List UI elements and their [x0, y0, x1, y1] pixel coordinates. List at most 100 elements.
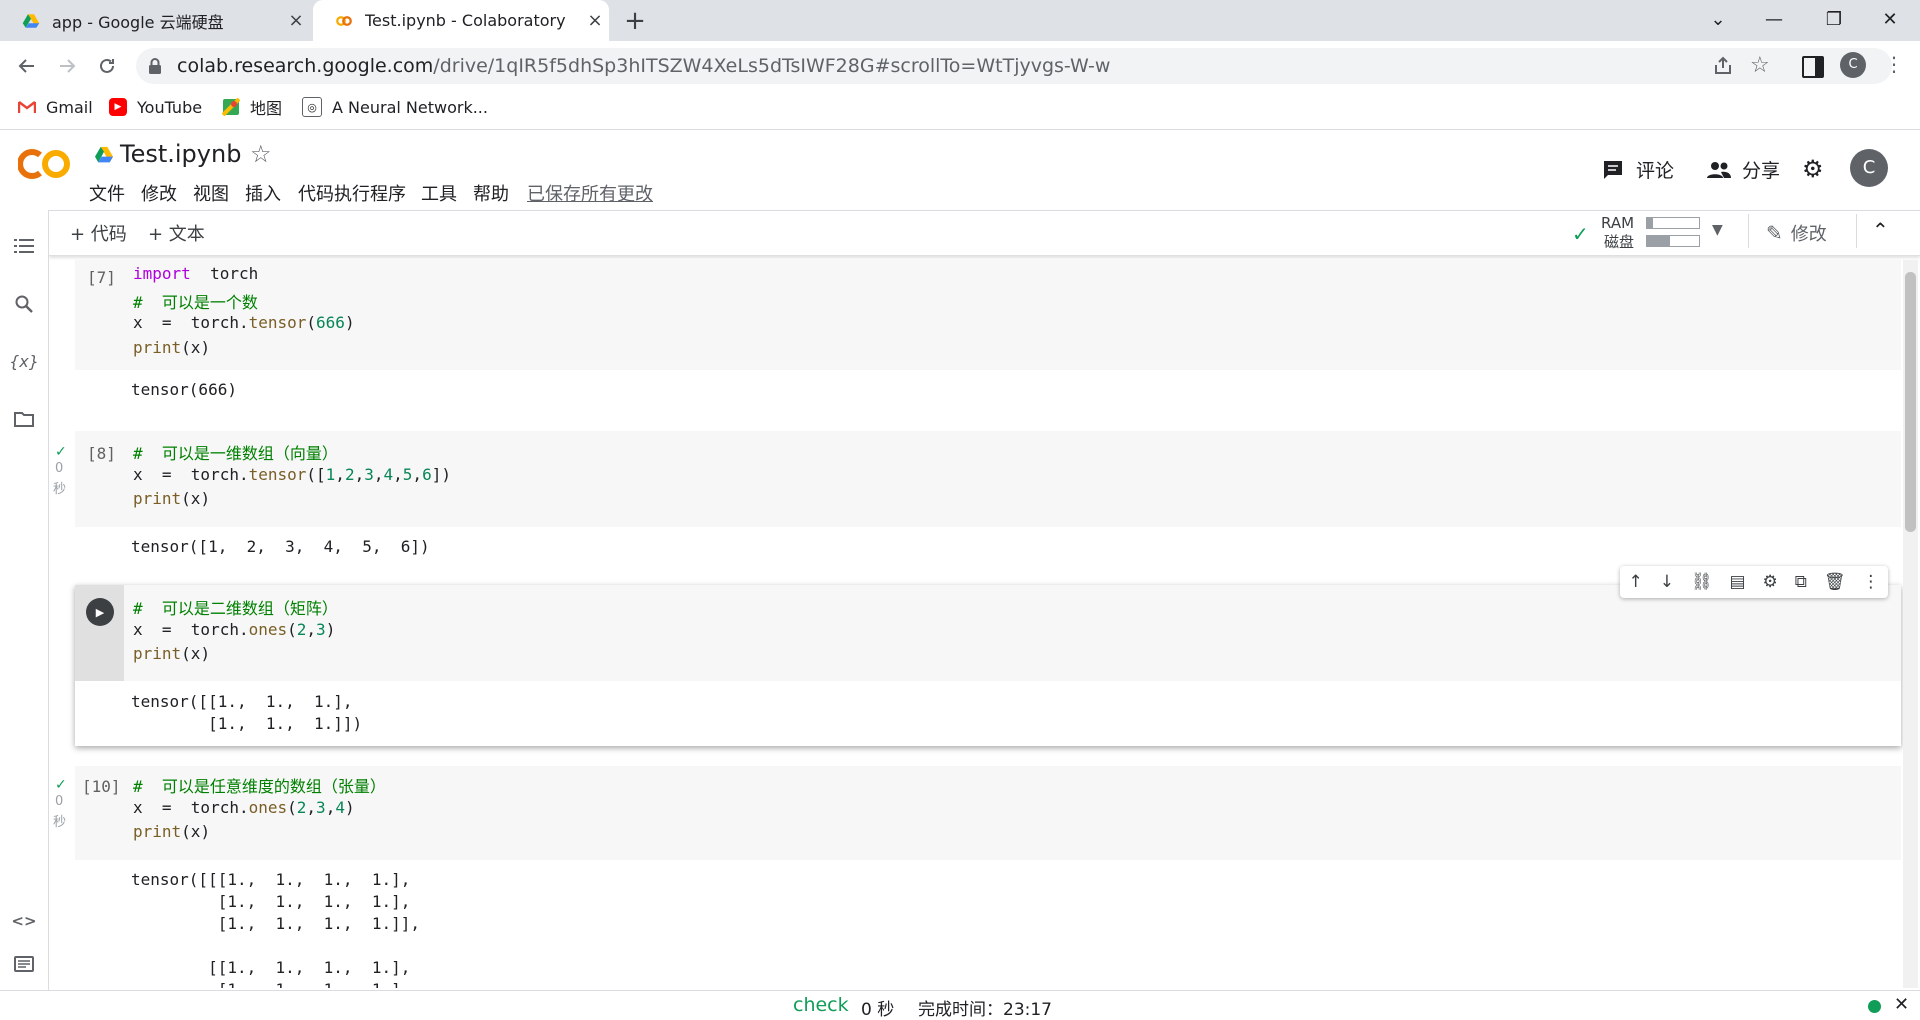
save-status-link[interactable]: 已保存所有更改 — [527, 180, 653, 206]
code-editor[interactable]: # 可以是一维数组（向量） x = torch.tensor([1,2,3,4,5… — [133, 440, 451, 514]
move-up-arrow-icon[interactable]: ↑ — [1628, 572, 1642, 592]
forward-arrow-icon[interactable] — [52, 51, 82, 81]
collapse-chevron-up-icon[interactable]: ⌃ — [1872, 218, 1889, 242]
menu-help[interactable]: 帮助 — [473, 180, 509, 206]
run-cell-play-icon[interactable]: ▶ — [86, 598, 114, 626]
tab-title: app - Google 云端硬盘 — [52, 12, 224, 32]
colab-icon — [336, 15, 352, 26]
code-area[interactable] — [124, 585, 1901, 681]
variables-icon[interactable]: {x} — [8, 345, 40, 377]
code-token: , — [306, 619, 317, 639]
code-token: 4 — [335, 797, 345, 817]
bookmark-star-icon[interactable]: ☆ — [1750, 53, 1770, 78]
add-code-cell-button[interactable]: + 代码 — [70, 220, 127, 246]
edit-label: 修改 — [1790, 224, 1827, 245]
back-arrow-icon[interactable] — [12, 51, 42, 81]
move-down-arrow-icon[interactable]: ↓ — [1660, 572, 1674, 592]
left-sidebar — [0, 210, 49, 990]
url-text[interactable]: colab.research.google.com/drive/1qIR5f5d… — [177, 55, 1110, 77]
url-host: colab.research.google.com — [177, 55, 434, 77]
edit-mode-button[interactable]: ✎ 修改 — [1766, 220, 1827, 246]
menu-runtime[interactable]: 代码执行程序 — [298, 180, 406, 206]
runtime-dropdown-icon[interactable]: ▼ — [1712, 222, 1723, 238]
code-line: # 可以是任意维度的数组（张量） — [133, 773, 386, 798]
code-token: x = torch. — [133, 313, 249, 332]
google-drive-icon[interactable] — [94, 146, 114, 168]
code-token: , — [306, 797, 317, 817]
colab-logo[interactable] — [17, 147, 72, 185]
share-page-icon[interactable] — [1712, 55, 1734, 81]
bookmark-neural-network[interactable]: ◎ A Neural Network... — [302, 94, 488, 120]
code-editor[interactable]: import torch # 可以是一个数 x = torch.tensor(666… — [133, 264, 355, 362]
close-status-icon[interactable]: ✕ — [1894, 994, 1909, 1015]
ram-usage-bar[interactable] — [1646, 217, 1700, 229]
code-token: ]) — [431, 464, 451, 484]
bookmark-youtube[interactable]: ▶ YouTube — [109, 94, 202, 120]
minimize-button[interactable]: — — [1746, 0, 1802, 38]
code-editor[interactable]: # 可以是任意维度的数组（张量） x = torch.ones(2,3,4) pri… — [133, 773, 386, 847]
output-line: [1., 1., 1., 1.] — [131, 980, 420, 988]
side-panel-icon[interactable] — [1802, 56, 1824, 78]
close-icon[interactable]: × — [581, 10, 609, 31]
new-tab-button[interactable]: + — [620, 6, 650, 36]
tab-search-chevron-down-icon[interactable]: ⌄ — [1690, 0, 1746, 38]
terminal-icon[interactable] — [8, 948, 40, 980]
code-token: , — [412, 464, 423, 484]
kebab-menu-icon[interactable]: ⋮ — [1884, 52, 1904, 76]
cell-output: tensor([1, 2, 3, 4, 5, 6]) — [131, 537, 430, 559]
code-line: import torch — [133, 264, 355, 289]
table-of-contents-icon[interactable] — [8, 230, 40, 262]
bookmarks-bar — [0, 89, 1920, 130]
search-icon[interactable] — [8, 288, 40, 320]
menu-file[interactable]: 文件 — [89, 180, 125, 206]
reload-icon[interactable] — [92, 51, 122, 81]
close-icon[interactable]: × — [282, 10, 310, 31]
bookmark-label: A Neural Network... — [332, 97, 488, 117]
delete-trash-icon[interactable]: 🗑 — [1824, 572, 1846, 592]
browser-tab-drive[interactable]: app - Google 云端硬盘 × — [0, 0, 310, 41]
menu-tools[interactable]: 工具 — [421, 180, 457, 206]
connection-status-dot — [1868, 1000, 1881, 1013]
notebook-title[interactable]: Test.ipynb — [120, 140, 241, 168]
account-avatar[interactable]: C — [1850, 149, 1888, 187]
code-token: 666 — [316, 313, 345, 332]
profile-avatar[interactable]: C — [1840, 52, 1866, 78]
comment-button[interactable]: 评论 — [1602, 156, 1674, 183]
code-line: print(x) — [133, 822, 386, 847]
share-button[interactable]: 分享 — [1706, 156, 1780, 183]
folder-icon[interactable] — [8, 403, 40, 435]
star-icon[interactable]: ☆ — [250, 140, 272, 168]
code-token: print — [133, 822, 182, 841]
bookmark-maps[interactable]: 地图 — [222, 94, 282, 120]
code-snippets-icon[interactable]: <> — [8, 905, 40, 937]
gmail-icon — [18, 98, 36, 116]
window-close-button[interactable]: ✕ — [1862, 0, 1918, 38]
comment-icon[interactable]: ▤ — [1729, 572, 1745, 592]
code-editor[interactable]: # 可以是二维数组（矩阵） x = torch.ones(2,3) print(x) — [133, 595, 338, 669]
bookmark-gmail[interactable]: Gmail — [18, 94, 93, 120]
run-time-value: 0 — [55, 794, 64, 809]
cell-settings-gear-icon[interactable]: ⚙ — [1763, 572, 1778, 592]
code-line: x = torch.ones(2,3,4) — [133, 798, 386, 823]
lock-icon[interactable] — [148, 57, 162, 79]
code-token: , — [325, 797, 336, 817]
more-options-icon[interactable]: ⋮ — [1862, 572, 1879, 592]
scrollbar-thumb[interactable] — [1905, 272, 1916, 532]
code-token: 3 — [316, 619, 326, 639]
code-token: # 可以是二维数组（矩阵） — [133, 599, 338, 618]
menu-insert[interactable]: 插入 — [245, 180, 281, 206]
run-time-unit: 秒 — [53, 482, 67, 497]
settings-gear-icon[interactable]: ⚙ — [1802, 155, 1824, 183]
code-token: 2 — [344, 464, 355, 484]
code-token: x = torch. — [133, 464, 249, 484]
mirror-cell-icon[interactable]: ⧉ — [1795, 572, 1807, 592]
browser-tab-colab[interactable]: Test.ipynb - Colaboratory × — [313, 0, 609, 41]
menu-edit[interactable]: 修改 — [141, 180, 177, 206]
add-text-cell-button[interactable]: + 文本 — [148, 220, 205, 246]
code-token: (x) — [181, 822, 211, 841]
restore-button[interactable]: ❐ — [1806, 0, 1862, 38]
link-icon[interactable]: ⛓ — [1691, 572, 1713, 592]
disk-usage-bar[interactable] — [1646, 235, 1700, 247]
toolbar-divider — [1856, 214, 1857, 248]
menu-view[interactable]: 视图 — [193, 180, 229, 206]
